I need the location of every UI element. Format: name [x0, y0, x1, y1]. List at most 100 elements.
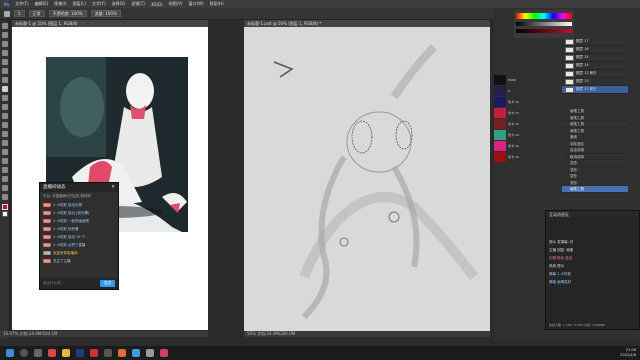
chat-notice: 平台: 本直播间已开启礼物特效 [43, 194, 91, 198]
menu-3d[interactable]: 3D(D) [151, 2, 163, 7]
eyedropper-tool-icon[interactable] [2, 68, 8, 74]
app-icon[interactable] [160, 349, 168, 357]
layer-row-selected[interactable]: 图层 12 拷贝 [562, 86, 628, 94]
brush-preset-icon[interactable] [4, 10, 10, 17]
layer-name: 图层 12 拷贝 [576, 87, 597, 91]
menu-type[interactable]: 文字(Y) [92, 1, 106, 7]
history-item-selected[interactable]: 画笔工具 [562, 186, 628, 193]
photoshop-icon[interactable] [76, 349, 84, 357]
quick-select-tool-icon[interactable] [2, 50, 8, 56]
crop-tool-icon[interactable] [2, 59, 8, 65]
sketch-drawing [273, 44, 478, 320]
windows-start-icon[interactable] [6, 349, 14, 357]
layer-row[interactable]: 图层 13 拷贝 [562, 70, 628, 78]
swatch[interactable] [494, 151, 506, 162]
user-badge: 粉丝 [43, 211, 52, 215]
app-icon[interactable] [146, 349, 154, 357]
user-badge: 粉丝 [43, 219, 52, 223]
color-slider[interactable] [516, 22, 572, 26]
search-icon[interactable] [20, 349, 28, 357]
layer-row[interactable]: 图层 13 [562, 78, 628, 86]
path-select-icon[interactable] [2, 167, 8, 173]
chat-input[interactable]: 说点什么吧... [43, 281, 64, 286]
folder-icon[interactable] [62, 349, 70, 357]
blur-tool-icon[interactable] [2, 131, 8, 137]
browser-icon[interactable] [48, 349, 56, 357]
hand-tool-icon[interactable] [2, 185, 8, 191]
status-bar-left: 16.67% 文档:24.4M/104.1M [0, 331, 208, 337]
chat-titlebar: 直播间动态 ✕ [40, 183, 118, 192]
layer-name: 图层 15 [576, 55, 589, 59]
send-button[interactable]: 发送 [100, 280, 115, 287]
swatch[interactable] [494, 74, 506, 85]
menu-select[interactable]: 选择(S) [112, 1, 126, 7]
layer-thumbnail [565, 62, 574, 69]
layer-thumbnail [565, 46, 574, 53]
eraser-tool-icon[interactable] [2, 113, 8, 119]
menu-image[interactable]: 图像(I) [54, 1, 66, 7]
marquee-tool-icon[interactable] [2, 32, 8, 38]
blend-mode-select[interactable]: 正常 [28, 10, 45, 17]
type-tool-icon[interactable] [2, 158, 8, 164]
menu-help[interactable]: 帮助(H) [210, 1, 224, 7]
app-icon[interactable] [118, 349, 126, 357]
color-spectrum[interactable] [516, 13, 572, 19]
stamp-tool-icon[interactable] [2, 95, 8, 101]
foreground-color-swatch[interactable] [2, 204, 8, 210]
color-slider[interactable] [516, 29, 572, 33]
layer-row[interactable]: 图层 15 [562, 54, 628, 62]
layer-row[interactable]: 图层 14 [562, 62, 628, 70]
interaction-title: 互动消息区 [546, 211, 639, 218]
menu-window[interactable]: 窗口(W) [189, 1, 204, 7]
message-text: 1 小时前 点赞了直播 [53, 242, 86, 247]
app-icon[interactable] [132, 349, 140, 357]
menu-bar: Ps 文件(F) 编辑(E) 图像(I) 图层(L) 文字(Y) 选择(S) 滤… [0, 0, 640, 8]
zoom-tool-icon[interactable] [2, 194, 8, 200]
dm-text: 弹幕 1 小时前 [549, 271, 571, 276]
background-color-swatch[interactable] [2, 211, 8, 217]
menu-filter[interactable]: 滤镜(T) [131, 1, 145, 7]
pen-tool-icon[interactable] [2, 149, 8, 155]
app-icon[interactable] [90, 349, 98, 357]
app-icon[interactable] [104, 349, 112, 357]
lasso-tool-icon[interactable] [2, 41, 8, 47]
layer-row[interactable]: 图层 16 [562, 46, 628, 54]
shape-tool-icon[interactable] [2, 176, 8, 182]
close-icon[interactable]: ✕ [111, 183, 115, 192]
swatch[interactable] [494, 85, 506, 96]
layer-name: 图层 13 [576, 79, 589, 83]
document-tab-left[interactable]: 未标题-1 @ 50% (图层 1, RGB/8) [12, 20, 208, 27]
menu-layer[interactable]: 图层(L) [73, 1, 86, 7]
opacity-field[interactable]: 不透明度: 100% [48, 10, 87, 17]
layer-row[interactable]: 图层 17 [562, 38, 628, 46]
dm-row: 礼物 粉丝 送出 [546, 254, 639, 262]
gradient-tool-icon[interactable] [2, 122, 8, 128]
menu-file[interactable]: 文件(F) [15, 1, 28, 7]
brush-tool-icon[interactable] [2, 86, 8, 92]
swatch-label: 色卡 16 [508, 110, 519, 115]
healing-tool-icon[interactable] [2, 77, 8, 83]
dm-row: 观众 发弹幕: 好 [546, 238, 639, 246]
swatch-label: 色卡 16 [508, 99, 519, 104]
menu-view[interactable]: 视图(V) [169, 1, 183, 7]
system-clock[interactable]: 21:08 2022/4/6 [620, 348, 636, 358]
history-brush-icon[interactable] [2, 104, 8, 110]
drawing-canvas[interactable] [244, 27, 490, 331]
message-text: 1 小时前 好好看 [53, 226, 79, 231]
menu-app[interactable]: Ps [4, 2, 9, 7]
history-panel: 画笔工具 画笔工具 画笔工具 画笔工具 套索 羽化选区 自由变换 取消选择 变形… [562, 108, 628, 193]
layer-name: 图层 13 拷贝 [576, 71, 597, 75]
brush-size[interactable]: 5 [14, 10, 25, 17]
swatch[interactable] [494, 96, 506, 107]
swatch[interactable] [494, 140, 506, 151]
document-tab-right[interactable]: 未标题-1.psd @ 50% (图层 1, RGB/8) * [244, 20, 490, 27]
flow-field[interactable]: 流量: 100% [90, 10, 121, 17]
swatch[interactable] [494, 107, 506, 118]
swatch[interactable] [494, 129, 506, 140]
menu-edit[interactable]: 编辑(E) [35, 1, 49, 7]
move-tool-icon[interactable] [2, 23, 8, 29]
status-bar-right: 50% 文档:24.4M/200.0M [244, 331, 490, 337]
swatch[interactable] [494, 118, 506, 129]
dodge-tool-icon[interactable] [2, 140, 8, 146]
task-view-icon[interactable] [34, 349, 42, 357]
